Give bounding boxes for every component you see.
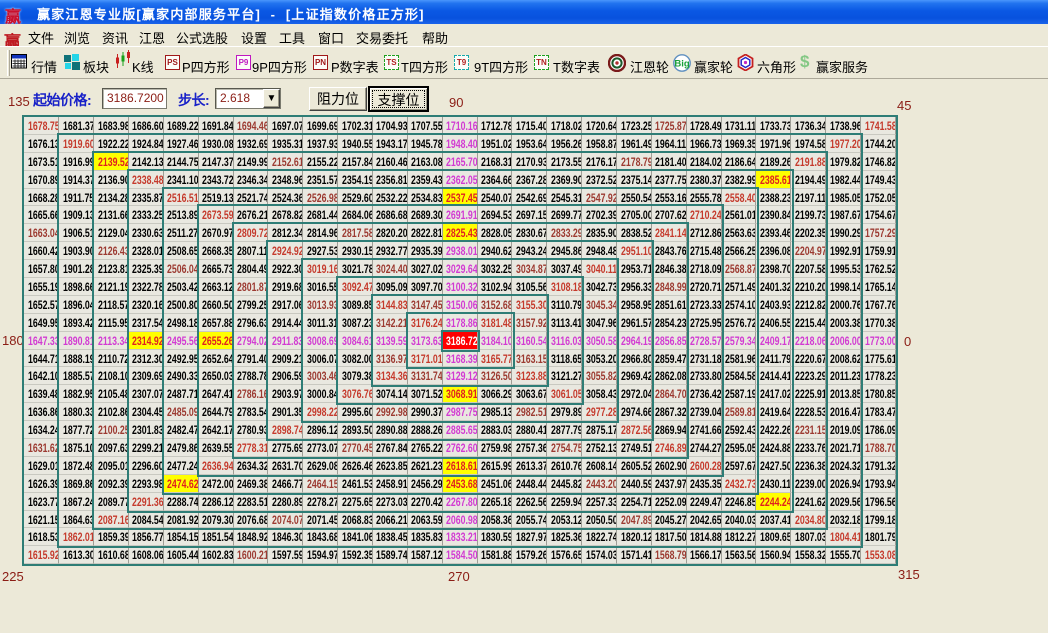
svg-text:Big: Big — [674, 59, 690, 70]
